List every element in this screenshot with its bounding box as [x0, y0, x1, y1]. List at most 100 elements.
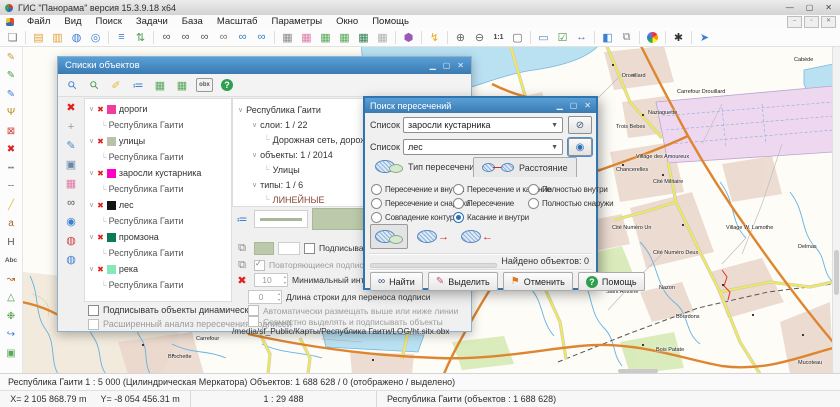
find-line-icon[interactable]: ∞ [196, 30, 213, 45]
cursor-icon[interactable]: ➤ [696, 30, 713, 45]
text-h-icon[interactable]: H [3, 234, 19, 250]
layer-item[interactable]: ∨✖лес [85, 197, 231, 213]
new-map-icon[interactable]: ❏ [4, 30, 21, 45]
hide-list1-button[interactable]: ⊘ [568, 116, 592, 134]
sign-sample-field[interactable] [278, 242, 300, 255]
radio-button[interactable] [371, 212, 382, 223]
table-green-2-icon[interactable]: ▦ [174, 77, 190, 93]
find-area-icon[interactable]: ∞ [177, 30, 194, 45]
hot-keys-icon[interactable]: ↯ [426, 30, 443, 45]
text-abc-icon[interactable]: Abc [3, 253, 19, 269]
cut-dashed-icon[interactable]: ╍ [3, 160, 19, 176]
radio-Пересечение[interactable]: Пересечение [453, 198, 514, 209]
layer-item[interactable]: ∨✖заросли кустарника [85, 165, 231, 181]
layer-item[interactable]: ∨✖дороги [85, 101, 231, 117]
mode-overlap-button[interactable] [370, 224, 408, 249]
window-close-button[interactable]: ✕ [825, 3, 832, 12]
circles-red-icon[interactable]: ◍ [64, 233, 79, 248]
marker-icon[interactable]: ✐ [108, 77, 124, 93]
radio-button[interactable] [528, 198, 539, 209]
dialog-close-button[interactable]: ✕ [457, 61, 464, 70]
spline-icon[interactable]: ↪ [3, 327, 19, 343]
fill-sample[interactable] [312, 208, 366, 230]
list1-combobox[interactable]: заросли кустарника ▼ [403, 117, 563, 133]
show-list2-button[interactable]: ◉ [568, 138, 592, 156]
chevron-down-icon[interactable]: ∨ [89, 265, 94, 273]
edit-create-icon[interactable]: ✎ [3, 49, 19, 65]
radio-button[interactable] [453, 184, 464, 195]
sign-objects-checkbox[interactable] [304, 243, 315, 254]
table-pink-icon[interactable]: ▦ [64, 176, 79, 191]
remove-layer-icon[interactable]: ✖ [97, 201, 104, 210]
отменить-button[interactable]: ⚑Отменить [503, 272, 573, 291]
map-vertical-scrollbar-thumb[interactable] [834, 250, 839, 295]
palette-icon[interactable] [644, 30, 661, 45]
radio-Совпадение контуров[interactable]: Совпадение контуров [371, 212, 462, 223]
table-create-icon[interactable]: ▦ [298, 30, 315, 45]
applications-icon[interactable]: ⬢ [400, 30, 417, 45]
search-close-button[interactable]: ✕ [584, 101, 591, 110]
mdi-close-button[interactable]: ✕ [821, 16, 836, 28]
line-length-spinner[interactable]: 0 [248, 290, 282, 304]
dialog-minimize-button[interactable]: ▁ [430, 61, 436, 70]
list-settings-icon[interactable]: ≔ [130, 77, 146, 93]
screen-view-icon[interactable]: ▭ [535, 30, 552, 45]
table-edit-icon[interactable]: ▦ [355, 30, 372, 45]
find-check-icon[interactable]: ⚲ [83, 74, 106, 97]
layer-list[interactable]: ∨✖дороги└Республика Гаити∨✖улицы└Республ… [84, 98, 232, 302]
zoom-out-icon[interactable]: ⊖ [471, 30, 488, 45]
table-import-icon[interactable]: ▦ [336, 30, 353, 45]
chevron-down-icon[interactable]: ∨ [89, 105, 94, 113]
menu-item-Поиск[interactable]: Поиск [89, 16, 129, 27]
table-green-1-icon[interactable]: ▦ [152, 77, 168, 93]
radio-button[interactable] [528, 184, 539, 195]
chevron-down-icon[interactable]: ∨ [238, 106, 243, 114]
remove-layer-icon[interactable]: ✖ [97, 169, 104, 178]
help-icon[interactable]: ? [219, 77, 235, 93]
remove-layer-icon[interactable]: ✖ [97, 105, 104, 114]
edit-tree-icon[interactable]: Ψ [3, 105, 19, 121]
repeat-signs-checkbox[interactable] [254, 260, 265, 271]
task-runner-icon[interactable]: ✱ [670, 30, 687, 45]
delete-object-icon[interactable]: ✖ [3, 142, 19, 158]
chevron-down-icon[interactable]: ∨ [252, 181, 257, 189]
vector-arrow-icon[interactable]: ↝ [3, 271, 19, 287]
dialog-maximize-button[interactable]: ▢ [443, 61, 451, 70]
intersection-search-titlebar[interactable]: Поиск пересечений ▁ ▢ ✕ [365, 98, 596, 113]
find-point-icon[interactable]: ∞ [215, 30, 232, 45]
radio-button[interactable] [453, 198, 464, 209]
image-object-icon[interactable]: ▣ [3, 345, 19, 361]
open-geoportal-icon[interactable]: ◍ [68, 30, 85, 45]
find-list-icon[interactable]: ⚲ [61, 74, 84, 97]
search-minimize-button[interactable]: ▁ [557, 101, 563, 110]
radio-Касание и внутри[interactable]: Касание и внутри [453, 212, 529, 223]
radio-Полностью внутри[interactable]: Полностью внутри [528, 184, 608, 195]
delete-note-icon[interactable]: ⊠ [3, 123, 19, 139]
panel-objects-icon[interactable]: ◧ [599, 30, 616, 45]
open-database-icon[interactable]: ▥ [49, 30, 66, 45]
mode-move-right-button[interactable]: → [417, 224, 449, 249]
layer-item[interactable]: ∨✖река [85, 261, 231, 277]
remove-layer-icon[interactable]: ✖ [97, 137, 104, 146]
menu-item-Окно[interactable]: Окно [329, 16, 365, 27]
layer-item[interactable]: ∨✖улицы [85, 133, 231, 149]
line-sample[interactable] [254, 210, 308, 228]
window-minimize-button[interactable]: — [786, 3, 794, 12]
zoom-frame-icon[interactable]: ▢ [509, 30, 526, 45]
window-maximize-button[interactable]: ▢ [806, 3, 814, 12]
edit-multi-icon[interactable]: ✎ [3, 86, 19, 102]
clipboard-icon[interactable]: ⧉ [618, 30, 635, 45]
mdi-minimize-button[interactable]: – [787, 16, 802, 28]
radio-Полностью снаружи[interactable]: Полностью снаружи [528, 198, 613, 209]
list2-combobox[interactable]: лес ▼ [403, 139, 563, 155]
mdi-restore-button[interactable]: ▫ [804, 16, 819, 28]
circles-blue-icon[interactable]: ◍ [64, 252, 79, 267]
min-interval-spinner[interactable]: 10 [254, 273, 288, 287]
chevron-down-icon[interactable]: ∨ [89, 137, 94, 145]
radio-button[interactable] [371, 184, 382, 195]
object-lists-dialog-titlebar[interactable]: Списки объектов ▁ ▢ ✕ [58, 57, 471, 74]
radio-button[interactable] [371, 198, 382, 209]
menu-item-База[interactable]: База [175, 16, 210, 27]
find-object-icon[interactable]: ∞ [158, 30, 175, 45]
select-mode-icon[interactable]: ☑ [554, 30, 571, 45]
